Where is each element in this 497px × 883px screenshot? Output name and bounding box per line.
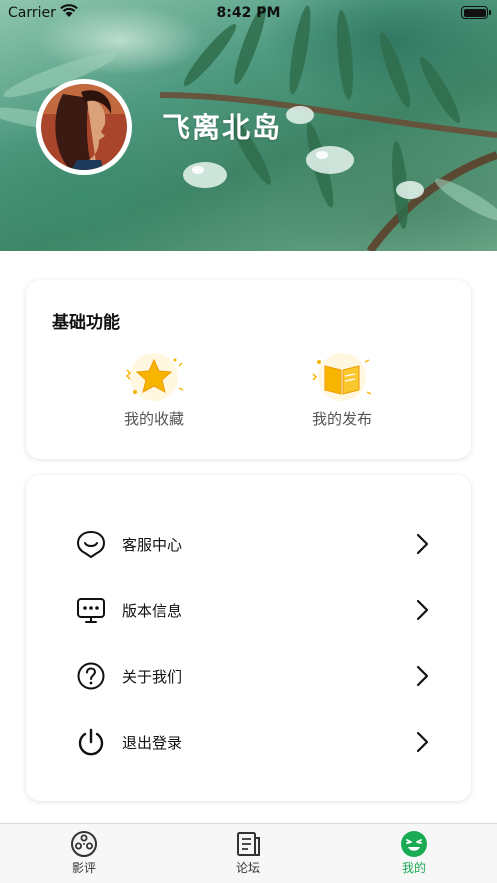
menu-item-label: 客服中心: [122, 536, 183, 554]
profile-header: Carrier 8:42 PM 飞离北岛: [0, 0, 497, 251]
battery-icon: [461, 6, 491, 19]
tab-label: 影评: [71, 861, 96, 875]
chat-bubble-icon: [76, 530, 106, 559]
menu-item-customer-service[interactable]: 客服中心: [26, 519, 471, 569]
my-posts-button[interactable]: 我的发布: [282, 352, 402, 429]
question-circle-icon: [77, 662, 105, 690]
document-icon: [237, 832, 260, 856]
smiley-icon: [401, 831, 427, 857]
book-icon: [312, 353, 372, 401]
avatar-image: [41, 84, 127, 170]
status-bar: Carrier 8:42 PM: [0, 0, 497, 26]
my-favorites-label: 我的收藏: [123, 410, 184, 428]
menu-item-label: 版本信息: [122, 602, 183, 620]
menu-item-about-us[interactable]: 关于我们: [26, 651, 471, 701]
section-title: 基础功能: [52, 313, 120, 333]
my-posts-label: 我的发布: [311, 410, 372, 428]
tab-forum[interactable]: 论坛: [218, 830, 278, 876]
star-icon: [125, 353, 184, 401]
tab-label: 论坛: [235, 861, 260, 875]
power-icon: [78, 728, 104, 756]
chevron-right-icon: [416, 533, 429, 555]
clock: 8:42 PM: [216, 5, 281, 21]
chevron-right-icon: [416, 599, 429, 621]
film-reel-icon: [71, 831, 97, 857]
tab-bar: 影评 论坛 我的: [0, 823, 497, 883]
avatar[interactable]: [36, 79, 132, 175]
chevron-right-icon: [416, 665, 429, 687]
basic-functions-card: 基础功能 我的收藏 我的发布: [26, 280, 471, 459]
settings-menu-card: 客服中心 版本信息 关于我们 退出登录: [26, 475, 471, 801]
menu-item-version-info[interactable]: 版本信息: [26, 585, 471, 635]
tab-mine[interactable]: 我的: [384, 830, 444, 876]
tab-label: 我的: [401, 861, 426, 875]
monitor-dots-icon: [77, 598, 105, 623]
tab-reviews[interactable]: 影评: [54, 830, 114, 876]
menu-item-label: 关于我们: [122, 668, 183, 686]
menu-item-label: 退出登录: [122, 734, 183, 752]
my-favorites-button[interactable]: 我的收藏: [94, 352, 214, 429]
menu-item-logout[interactable]: 退出登录: [26, 717, 471, 767]
chevron-right-icon: [416, 731, 429, 753]
username: 飞离北岛: [162, 111, 283, 144]
